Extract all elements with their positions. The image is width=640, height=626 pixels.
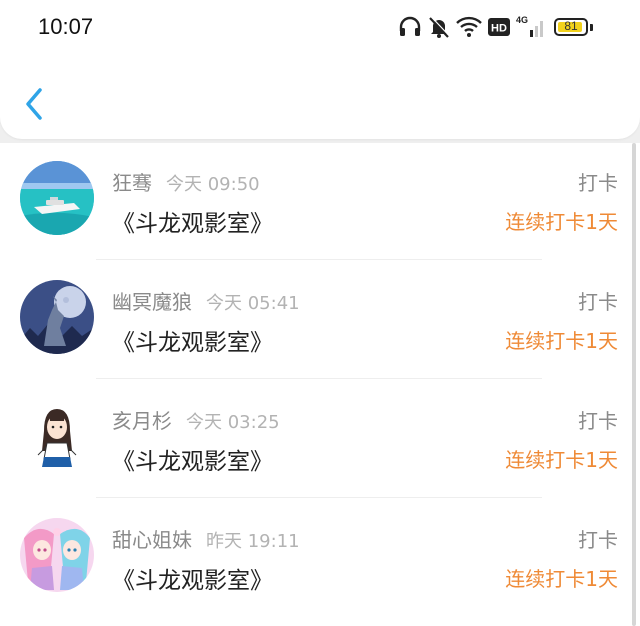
avatar[interactable] <box>20 280 94 354</box>
checkin-list: 狂骞 今天 09:50 《斗龙观影室》 打卡 连续打卡1天 幽冥魔狼 今天 05:4… <box>0 143 640 626</box>
streak-label: 连续打卡1天 <box>505 567 618 591</box>
bell-muted-icon <box>429 16 450 38</box>
streak-label: 连续打卡1天 <box>505 210 618 234</box>
avatar[interactable] <box>20 399 94 473</box>
avatar-wolf-image <box>20 280 94 354</box>
checkin-title: 《斗龙观影室》 <box>112 568 273 594</box>
checkin-label: 打卡 <box>578 528 618 552</box>
divider <box>96 378 542 379</box>
user-name: 甜心姐妹 昨天 19:11 <box>112 528 300 552</box>
status-time: 10:07 <box>38 14 94 39</box>
back-button[interactable] <box>18 84 52 124</box>
checkin-label: 打卡 <box>578 171 618 195</box>
checkin-title: 《斗龙观影室》 <box>112 449 273 475</box>
checkin-title: 《斗龙观影室》 <box>112 330 273 356</box>
list-item[interactable]: 甜心姐妹 昨天 19:11 《斗龙观影室》 打卡 连续打卡1天 <box>0 500 640 619</box>
user-name: 狂骞 今天 09:50 <box>112 171 260 195</box>
list-item[interactable]: 幽冥魔狼 今天 05:41 《斗龙观影室》 打卡 连续打卡1天 <box>0 262 640 381</box>
headphones-icon <box>399 16 421 36</box>
list-item[interactable]: 亥月杉 今天 03:25 《斗龙观影室》 打卡 连续打卡1天 <box>0 381 640 500</box>
avatar[interactable] <box>20 518 94 592</box>
wifi-icon <box>456 16 482 37</box>
checkin-title: 《斗龙观影室》 <box>112 211 273 237</box>
divider <box>96 497 542 498</box>
top-bar: 10:07 HD 4G 81 <box>0 0 640 139</box>
battery-level: 81 <box>564 19 578 33</box>
avatar-girl-image <box>20 399 94 473</box>
checkin-time: 今天 05:41 <box>206 293 300 314</box>
scrollbar[interactable] <box>632 143 636 626</box>
streak-label: 连续打卡1天 <box>505 329 618 353</box>
user-name: 幽冥魔狼 今天 05:41 <box>112 290 300 314</box>
hd-icon: HD <box>488 18 510 36</box>
avatar-anime-twins-image <box>20 518 94 592</box>
chevron-left-icon <box>26 88 42 120</box>
user-name: 亥月杉 今天 03:25 <box>112 409 280 433</box>
list-item[interactable]: 狂骞 今天 09:50 《斗龙观影室》 打卡 连续打卡1天 <box>0 143 640 262</box>
signal-4g-icon: 4G <box>516 15 543 37</box>
svg-text:4G: 4G <box>516 15 528 25</box>
divider <box>96 259 542 260</box>
checkin-time: 今天 03:25 <box>186 412 280 433</box>
checkin-label: 打卡 <box>578 290 618 314</box>
checkin-time: 昨天 19:11 <box>206 531 300 552</box>
streak-label: 连续打卡1天 <box>505 448 618 472</box>
avatar-yacht-image <box>20 161 94 235</box>
checkin-label: 打卡 <box>578 409 618 433</box>
checkin-time: 今天 09:50 <box>166 174 260 195</box>
svg-text:HD: HD <box>491 23 507 35</box>
battery-icon: 81 <box>554 18 588 36</box>
avatar[interactable] <box>20 161 94 235</box>
